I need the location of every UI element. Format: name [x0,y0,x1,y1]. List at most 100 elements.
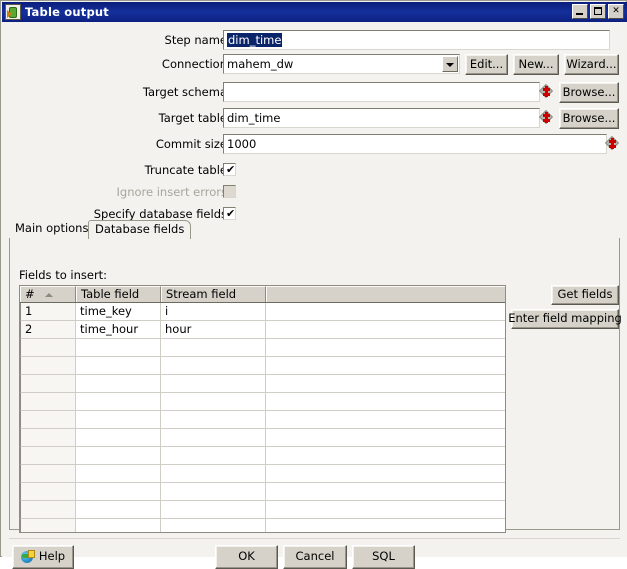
cell-empty[interactable] [161,339,266,357]
cell-empty[interactable] [161,483,266,501]
table-row-empty[interactable] [20,483,505,501]
cell-empty[interactable] [76,501,161,519]
minimize-button[interactable] [572,4,588,19]
table-row-empty[interactable] [20,411,505,429]
table-row-empty[interactable] [20,519,505,532]
cell-empty[interactable] [266,501,505,519]
cell-empty[interactable] [20,375,76,393]
cell-empty[interactable] [20,465,76,483]
cell-empty[interactable] [266,483,505,501]
cell-empty[interactable] [20,501,76,519]
cell-empty[interactable] [266,411,505,429]
cell-empty[interactable] [20,411,76,429]
cell-empty[interactable] [76,357,161,375]
window-title: Table output [25,5,110,19]
cell-empty[interactable] [161,429,266,447]
cell-empty[interactable] [76,483,161,501]
cell-empty[interactable] [266,519,505,532]
fields-to-insert-grid[interactable]: # Table field Stream field 1 time_key i … [19,285,506,533]
column-header-stream-field[interactable]: Stream field [161,286,266,302]
cell-empty[interactable] [76,375,161,393]
cell-empty[interactable] [161,447,266,465]
cell-stream-field[interactable]: i [161,303,266,321]
cell-empty[interactable] [161,519,266,532]
connection-combo[interactable]: mahem_dw [223,54,460,74]
cell-empty[interactable] [266,339,505,357]
maximize-button[interactable] [590,4,606,19]
column-header-table-field[interactable]: Table field [76,286,161,302]
footer-separator [9,538,620,539]
cell-empty[interactable] [76,429,161,447]
truncate-table-checkbox[interactable]: ✔ [223,163,236,176]
cell-empty[interactable] [20,393,76,411]
step-name-input[interactable]: dim_time [223,30,610,50]
window-controls: ✕ [572,4,624,19]
cell-empty[interactable] [76,465,161,483]
cell-empty[interactable] [20,339,76,357]
cell-empty[interactable] [161,501,266,519]
cell-empty[interactable] [161,393,266,411]
cell-empty[interactable] [76,393,161,411]
cell-empty[interactable] [161,357,266,375]
table-row-empty[interactable] [20,501,505,519]
tab-strip: Main options Database fields [9,220,620,239]
cell-empty[interactable] [266,357,505,375]
edit-connection-button[interactable]: Edit... [465,54,508,75]
browse-target-schema-button[interactable]: Browse... [559,82,619,103]
cell-empty[interactable] [20,483,76,501]
cell-extra[interactable] [266,303,505,321]
cell-empty[interactable] [20,447,76,465]
table-row-empty[interactable] [20,375,505,393]
cell-table-field[interactable]: time_hour [76,321,161,339]
row-target-schema: Target schema Browse... [2,82,627,104]
cell-empty[interactable] [266,375,505,393]
table-row-empty[interactable] [20,447,505,465]
row-target-table: Target table dim_time Browse... [2,108,627,130]
target-schema-input[interactable] [223,82,540,102]
cell-stream-field[interactable]: hour [161,321,266,339]
table-row[interactable]: 2 time_hour hour [20,321,505,339]
cell-empty[interactable] [161,411,266,429]
cell-extra[interactable] [266,321,505,339]
title-bar[interactable]: Table output ✕ [2,2,627,22]
close-button[interactable]: ✕ [608,4,624,19]
browse-target-table-button[interactable]: Browse... [559,108,619,129]
cell-empty[interactable] [76,339,161,357]
table-row-empty[interactable] [20,357,505,375]
cell-empty[interactable] [266,447,505,465]
column-header-index[interactable]: # [20,286,76,302]
table-row-empty[interactable] [20,465,505,483]
cell-empty[interactable] [20,519,76,532]
cell-empty[interactable] [266,393,505,411]
table-row-empty[interactable] [20,393,505,411]
cell-empty[interactable] [161,375,266,393]
tab-main-options[interactable]: Main options [9,220,94,239]
get-fields-button[interactable]: Get fields [551,285,619,305]
column-header-extra[interactable] [266,286,505,302]
target-table-input[interactable]: dim_time [223,108,540,128]
cell-empty[interactable] [266,465,505,483]
table-row[interactable]: 1 time_key i [20,303,505,321]
new-connection-button[interactable]: New... [513,54,559,75]
specify-database-fields-checkbox[interactable]: ✔ [223,207,236,220]
cell-table-field[interactable]: time_key [76,303,161,321]
commit-size-input[interactable]: 1000 [223,134,607,154]
cancel-button[interactable]: Cancel [283,545,347,569]
help-button[interactable]: Help [12,545,74,569]
table-row-empty[interactable] [20,339,505,357]
ok-button[interactable]: OK [215,545,278,569]
wizard-connection-button[interactable]: Wizard... [564,54,619,75]
enter-field-mapping-button[interactable]: Enter field mapping [508,309,622,329]
sql-button[interactable]: SQL [352,545,415,569]
ignore-insert-errors-checkbox[interactable] [223,185,236,198]
cell-empty[interactable] [76,411,161,429]
cell-empty[interactable] [161,465,266,483]
cell-empty[interactable] [20,429,76,447]
cell-empty[interactable] [20,357,76,375]
cell-empty[interactable] [76,519,161,532]
cell-empty[interactable] [76,447,161,465]
tab-database-fields[interactable]: Database fields [88,220,192,239]
chevron-down-icon[interactable] [442,56,458,72]
table-row-empty[interactable] [20,429,505,447]
cell-empty[interactable] [266,429,505,447]
